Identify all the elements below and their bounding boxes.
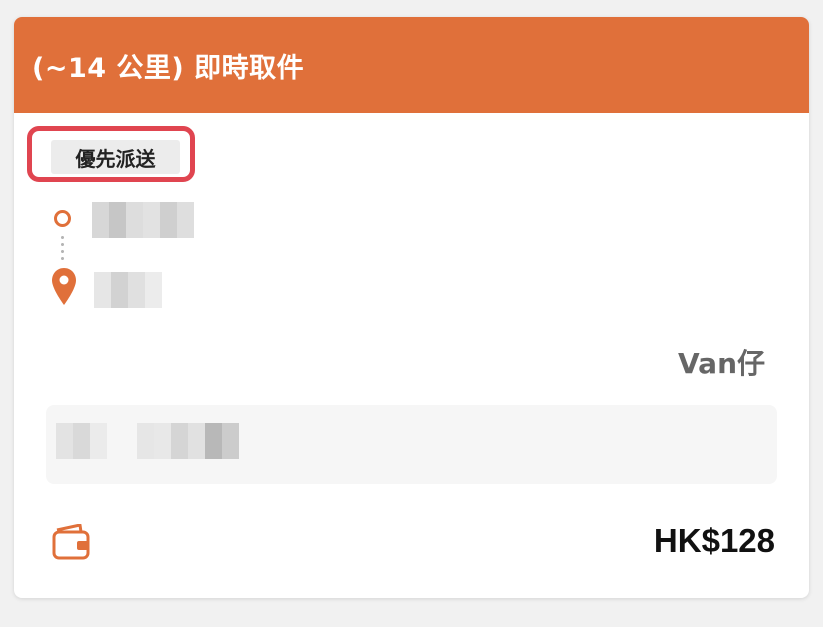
priority-badge: 優先派送 bbox=[51, 140, 180, 174]
order-header: (~14 公里) 即時取件 bbox=[14, 17, 809, 113]
destination-address-redacted bbox=[94, 272, 162, 308]
contact-info-box bbox=[46, 405, 777, 484]
order-card[interactable]: (~14 公里) 即時取件 優先派送 Van仔 HK$128 bbox=[14, 17, 809, 598]
origin-circle-icon bbox=[54, 210, 71, 227]
order-title: (~14 公里) 即時取件 bbox=[32, 52, 305, 84]
contact-info-redacted bbox=[56, 423, 239, 459]
origin-address-redacted bbox=[92, 202, 194, 238]
priority-highlight: 優先派送 bbox=[27, 126, 195, 182]
route-connector bbox=[61, 234, 64, 262]
vehicle-type: Van仔 bbox=[678, 347, 765, 380]
order-price: HK$128 bbox=[653, 522, 775, 559]
wallet-icon bbox=[52, 524, 90, 560]
location-pin-icon bbox=[52, 268, 76, 305]
